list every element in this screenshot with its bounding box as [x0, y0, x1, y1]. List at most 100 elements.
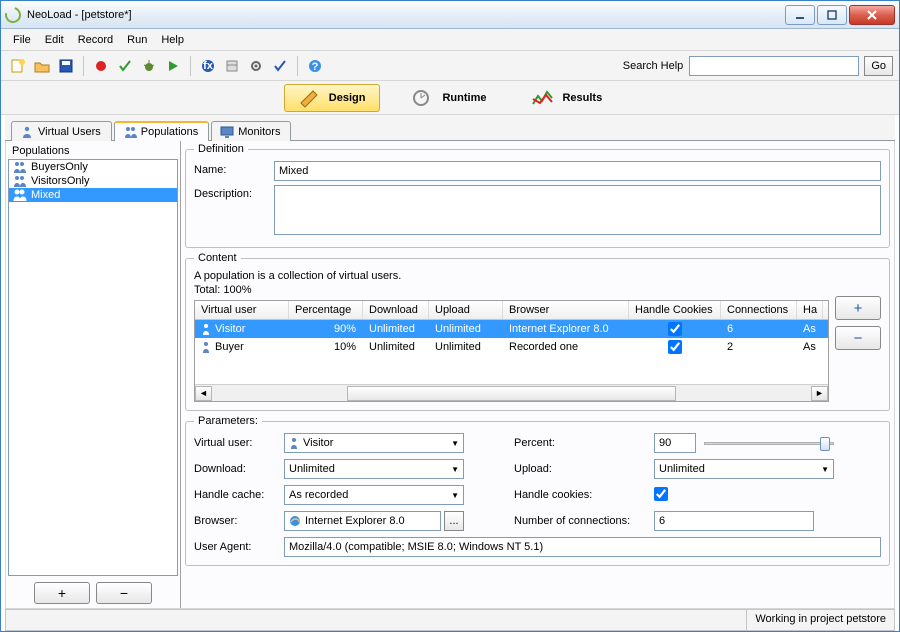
save-icon[interactable]	[55, 55, 77, 77]
scroll-left-icon[interactable]: ◄	[195, 386, 212, 401]
population-item-mixed[interactable]: Mixed	[9, 188, 177, 202]
virtual-user-combo[interactable]: Visitor ▼	[284, 433, 464, 453]
subtab-monitors[interactable]: Monitors	[211, 121, 291, 141]
handle-cache-value: As recorded	[289, 489, 348, 501]
maximize-button[interactable]	[817, 5, 847, 25]
cell-br: Internet Explorer 8.0	[503, 320, 629, 338]
row-cookies-checkbox[interactable]	[668, 322, 682, 336]
record-icon[interactable]	[90, 55, 112, 77]
handle-cache-combo[interactable]: As recorded▼	[284, 485, 464, 505]
menu-help[interactable]: Help	[155, 32, 190, 48]
chevron-down-icon: ▼	[451, 439, 459, 448]
connections-input[interactable]	[654, 511, 814, 531]
people-icon	[12, 175, 26, 187]
download-value: Unlimited	[289, 463, 335, 475]
percent-slider[interactable]	[704, 434, 834, 452]
chevron-down-icon: ▼	[451, 465, 459, 474]
remove-population-button[interactable]: −	[96, 582, 152, 604]
col-upload[interactable]: Upload	[429, 301, 503, 319]
gear-icon[interactable]	[245, 55, 267, 77]
tab-results[interactable]: Results	[518, 85, 616, 111]
download-label: Download:	[194, 463, 284, 475]
search-label: Search Help	[623, 60, 684, 72]
tab-design[interactable]: Design	[284, 84, 381, 112]
table-row[interactable]: Visitor 90% Unlimited Unlimited Internet…	[195, 320, 828, 338]
user-agent-field[interactable]: Mozilla/4.0 (compatible; MSIE 8.0; Windo…	[284, 537, 881, 557]
add-population-button[interactable]: +	[34, 582, 90, 604]
cell-cn: 2	[721, 338, 797, 356]
virtual-user-value: Visitor	[303, 437, 333, 449]
parameters-legend: Parameters:	[194, 415, 262, 427]
definition-legend: Definition	[194, 143, 248, 155]
population-item-label: VisitorsOnly	[31, 175, 89, 187]
server-icon[interactable]	[221, 55, 243, 77]
table-row[interactable]: Buyer 10% Unlimited Unlimited Recorded o…	[195, 338, 828, 356]
populations-title: Populations	[8, 143, 178, 159]
name-input[interactable]	[274, 161, 881, 181]
scroll-right-icon[interactable]: ►	[811, 386, 828, 401]
col-overflow[interactable]: Ha	[797, 301, 823, 319]
upload-combo[interactable]: Unlimited▼	[654, 459, 834, 479]
row-cookies-checkbox[interactable]	[668, 340, 682, 354]
menu-edit[interactable]: Edit	[39, 32, 70, 48]
handle-cookies-label: Handle cookies:	[514, 489, 654, 501]
user-agent-label: User Agent:	[194, 541, 270, 553]
subtab-virtual-users-label: Virtual Users	[38, 126, 101, 138]
virtual-user-label: Virtual user:	[194, 437, 284, 449]
browser-value: Internet Explorer 8.0	[305, 515, 405, 527]
app-icon	[2, 4, 24, 26]
handle-cookies-checkbox[interactable]	[654, 487, 668, 501]
check-icon[interactable]	[114, 55, 136, 77]
help-icon[interactable]: ?	[304, 55, 326, 77]
col-percentage[interactable]: Percentage	[289, 301, 363, 319]
cell-ul: Unlimited	[429, 338, 503, 356]
population-item-label: BuyersOnly	[31, 161, 88, 173]
people-icon	[12, 161, 26, 173]
menu-record[interactable]: Record	[72, 32, 119, 48]
tab-runtime-label: Runtime	[442, 92, 486, 104]
svg-text:fx: fx	[203, 60, 214, 72]
table-hscroll[interactable]: ◄ ►	[195, 384, 828, 401]
play-icon[interactable]	[162, 55, 184, 77]
description-input[interactable]	[274, 185, 881, 235]
col-handle-cookies[interactable]: Handle Cookies	[629, 301, 721, 319]
svg-text:?: ?	[312, 61, 319, 73]
browser-field[interactable]: Internet Explorer 8.0	[284, 511, 441, 531]
parameters-box: Parameters: Virtual user: Visitor ▼ Perc…	[185, 415, 890, 566]
subtab-monitors-label: Monitors	[238, 126, 280, 138]
add-row-button[interactable]: +	[835, 296, 881, 320]
percent-input[interactable]	[654, 433, 696, 453]
table-body[interactable]: Visitor 90% Unlimited Unlimited Internet…	[195, 320, 828, 384]
scroll-thumb[interactable]	[347, 386, 676, 401]
status-text: Working in project petstore	[746, 610, 895, 631]
col-connections[interactable]: Connections	[721, 301, 797, 319]
fx-icon[interactable]: fx	[197, 55, 219, 77]
population-item-visitorsonly[interactable]: VisitorsOnly	[9, 174, 177, 188]
connections-label: Number of connections:	[514, 515, 654, 527]
download-combo[interactable]: Unlimited ▼	[284, 459, 464, 479]
col-browser[interactable]: Browser	[503, 301, 629, 319]
cell-pct: 90%	[289, 320, 363, 338]
close-button[interactable]	[849, 5, 895, 25]
col-virtual-user[interactable]: Virtual user	[195, 301, 289, 319]
remove-row-button[interactable]: −	[835, 326, 881, 350]
menu-file[interactable]: File	[7, 32, 37, 48]
new-file-icon[interactable]	[7, 55, 29, 77]
open-folder-icon[interactable]	[31, 55, 53, 77]
col-download[interactable]: Download	[363, 301, 429, 319]
bug-icon[interactable]	[138, 55, 160, 77]
minimize-button[interactable]	[785, 5, 815, 25]
population-item-buyersonly[interactable]: BuyersOnly	[9, 160, 177, 174]
cell-vu: Buyer	[215, 341, 244, 353]
check-small-icon[interactable]	[269, 55, 291, 77]
browse-button[interactable]: ...	[444, 511, 464, 531]
definition-box: Definition Name: Description:	[185, 143, 890, 248]
menu-run[interactable]: Run	[121, 32, 153, 48]
subtab-populations[interactable]: Populations	[114, 121, 210, 141]
people-icon	[12, 189, 26, 201]
search-go-button[interactable]: Go	[864, 56, 893, 76]
populations-list[interactable]: BuyersOnly VisitorsOnly Mixed	[8, 159, 178, 576]
tab-runtime[interactable]: Runtime	[398, 85, 500, 111]
search-input[interactable]	[689, 56, 859, 76]
subtab-virtual-users[interactable]: Virtual Users	[11, 121, 112, 141]
